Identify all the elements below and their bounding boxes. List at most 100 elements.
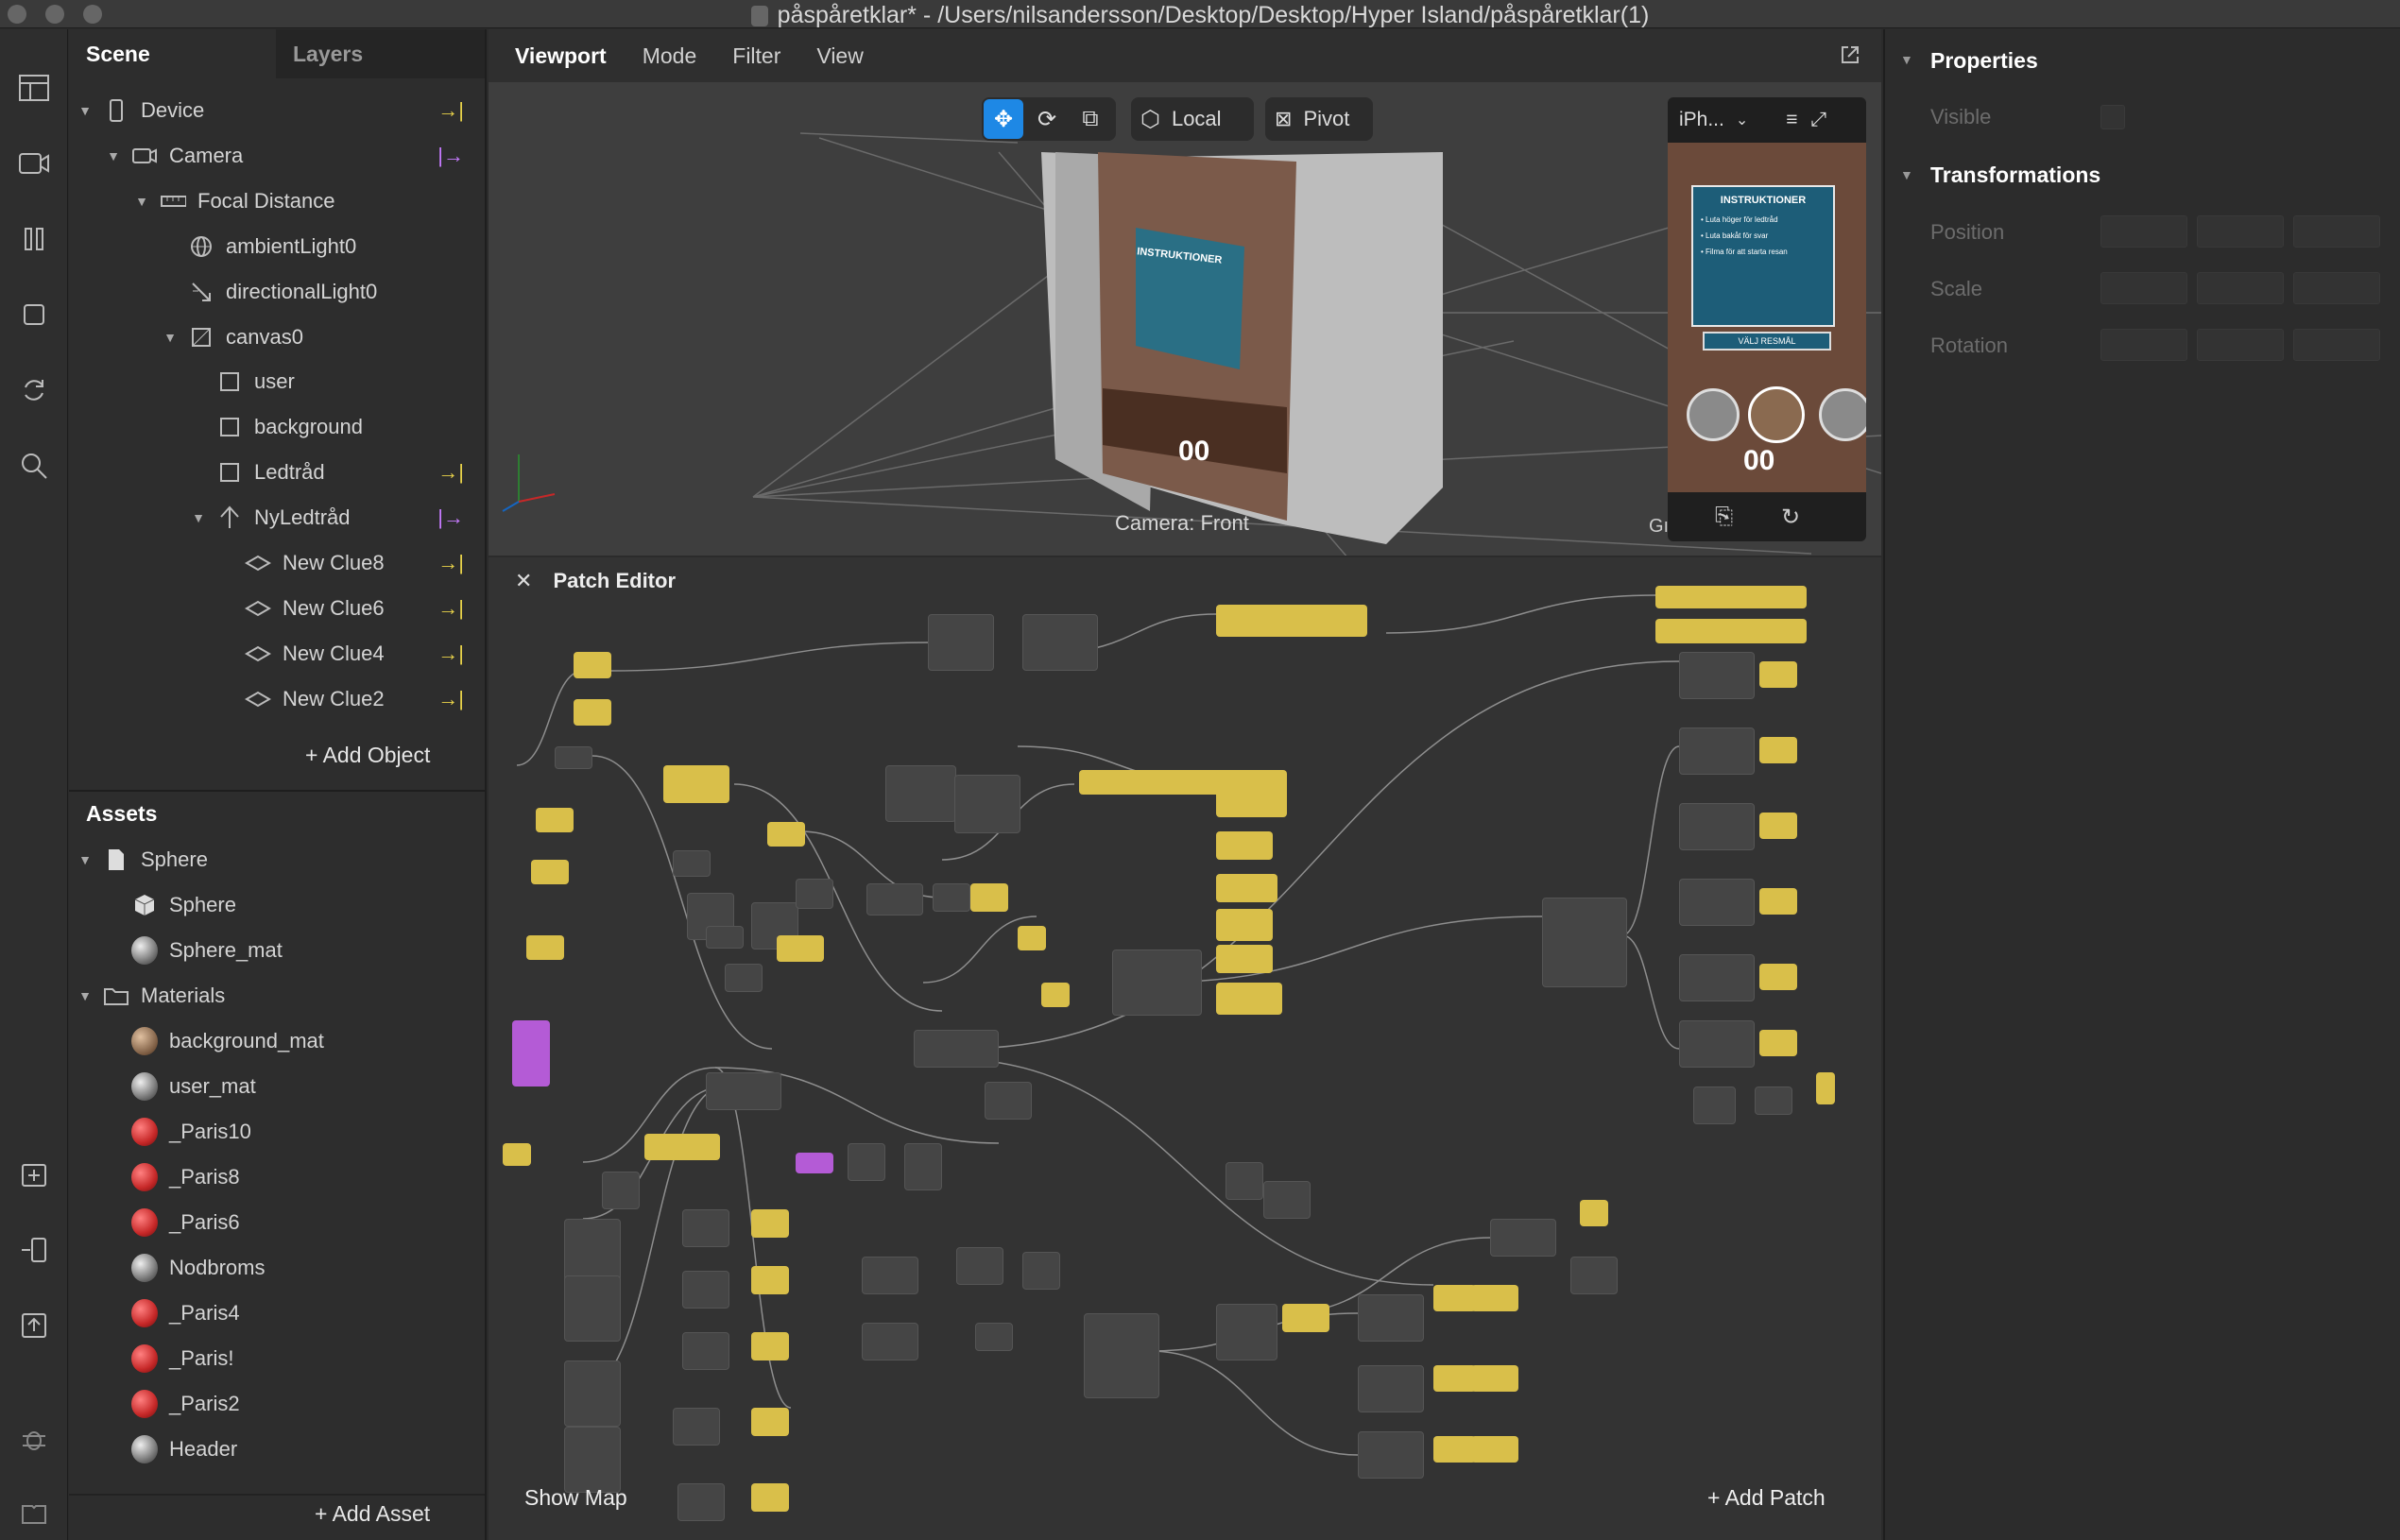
patch-link-icon[interactable]: →| [437,687,464,711]
position-z-field[interactable] [2293,215,2380,248]
tree-item[interactable]: background [69,404,485,450]
tree-item[interactable]: Sphere_mat [69,928,485,973]
tree-item[interactable]: _Paris8 [69,1155,485,1200]
patch-node[interactable] [1433,1365,1476,1392]
refresh-icon[interactable] [13,369,55,411]
patch-node[interactable] [1679,727,1755,775]
pause-icon[interactable] [13,218,55,260]
patch-node[interactable] [706,926,744,949]
external-link-icon[interactable] [1840,44,1860,65]
expand-triangle-icon[interactable]: ▼ [135,194,148,209]
device-simulator[interactable]: iPh... ⌄ ≡ ⤢ INSTRUKTIONER • Luta höger för… [1668,97,1866,541]
patch-node[interactable] [904,1143,942,1190]
patch-node[interactable] [1816,1072,1835,1104]
tab-layers[interactable]: Layers [276,29,485,78]
patch-node[interactable] [682,1332,729,1370]
patch-node[interactable] [1216,909,1273,941]
local-button[interactable]: ⬡ Local [1131,97,1254,141]
tree-item[interactable]: ▼ Device →| [69,88,485,133]
device-selector[interactable]: iPh... ⌄ ≡ ⤢ [1668,97,1866,143]
docs-icon[interactable] [13,1494,55,1535]
patch-node[interactable] [602,1172,640,1209]
patch-node[interactable] [848,1143,885,1181]
chevron-down-icon[interactable]: ▼ [1900,167,1913,182]
patch-node[interactable] [536,808,574,832]
tree-item[interactable]: directionalLight0 [69,269,485,315]
patch-node[interactable] [751,1483,789,1512]
tab-scene[interactable]: Scene [69,29,276,78]
patch-node[interactable] [564,1275,621,1342]
patch-node[interactable] [1679,879,1755,926]
patch-node[interactable] [956,1247,1003,1285]
patch-node[interactable] [574,699,611,726]
scale-z-field[interactable] [2293,272,2380,304]
destination-circle[interactable] [1819,388,1866,441]
patch-node[interactable] [1693,1087,1736,1124]
patch-node[interactable] [796,1153,833,1173]
expand-triangle-icon[interactable]: ▼ [78,103,92,118]
tree-item[interactable]: ▼ Focal Distance [69,179,485,224]
tree-item[interactable]: ▼ canvas0 [69,315,485,360]
menu-filter[interactable]: Filter [732,43,780,69]
patch-node[interactable] [1358,1365,1424,1412]
patch-node[interactable] [862,1323,918,1360]
patch-node[interactable] [574,652,611,678]
patch-node[interactable] [1216,831,1273,860]
patch-node[interactable] [531,860,569,884]
patch-node[interactable] [1755,1087,1792,1115]
patch-node[interactable] [970,883,1008,912]
upload-icon[interactable] [13,1305,55,1346]
patch-node[interactable] [1022,1252,1060,1290]
layout-icon[interactable] [13,67,55,109]
patch-node[interactable] [1041,983,1070,1007]
patch-node[interactable] [985,1082,1032,1120]
chevron-down-icon[interactable]: ▼ [1900,52,1913,67]
patch-node[interactable] [1759,888,1797,915]
patch-editor[interactable]: ✕ Patch Editor Show Map + Add Patch [489,557,1881,1540]
tree-item[interactable]: Sphere [69,882,485,928]
patch-node[interactable] [1679,803,1755,850]
patch-node[interactable] [503,1143,531,1166]
scale-y-field[interactable] [2197,272,2284,304]
expand-icon[interactable]: ⤢ [1811,109,1827,131]
patch-link-icon[interactable]: →| [437,551,464,575]
patch-node[interactable] [1471,1285,1518,1311]
patch-link-icon[interactable]: →| [437,642,464,666]
move-icon[interactable]: ✥ [984,99,1023,139]
tree-item[interactable]: ▼ Camera |→ [69,133,485,179]
patch-link-icon[interactable]: →| [437,460,464,485]
patch-node[interactable] [526,935,564,960]
menu-view[interactable]: View [816,43,863,69]
patch-node[interactable] [1580,1200,1608,1226]
patch-node[interactable] [1112,950,1202,1016]
patch-node[interactable] [1759,1030,1797,1056]
patch-node[interactable] [1433,1436,1476,1463]
patch-node[interactable] [1216,983,1282,1015]
tree-item[interactable]: ▼ Sphere [69,837,485,882]
patch-node[interactable] [751,1408,789,1436]
position-y-field[interactable] [2197,215,2284,248]
expand-triangle-icon[interactable]: ▼ [78,852,92,867]
add-object-icon[interactable] [13,1154,55,1195]
menu-mode[interactable]: Mode [643,43,697,69]
search-icon[interactable] [13,445,55,487]
patch-link-icon[interactable]: →| [437,596,464,621]
rotation-z-field[interactable] [2293,329,2380,361]
tree-item[interactable]: Ledtråd →| [69,450,485,495]
tree-item[interactable]: ambientLight0 [69,224,485,269]
rotation-y-field[interactable] [2197,329,2284,361]
tree-item[interactable]: user_mat [69,1064,485,1109]
tree-item[interactable]: _Paris! [69,1336,485,1381]
screenshot-icon[interactable]: ⎘ [1715,504,1733,530]
patch-node[interactable] [1655,619,1807,643]
patch-node[interactable] [706,1072,781,1110]
patch-node[interactable] [677,1483,725,1521]
destination-circle[interactable] [1687,388,1740,441]
patch-node[interactable] [1018,926,1046,950]
patch-node[interactable] [933,883,970,912]
expand-triangle-icon[interactable]: ▼ [78,988,92,1003]
patch-node[interactable] [1679,1020,1755,1068]
add-patch-button[interactable]: + Add Patch [1707,1485,1826,1511]
patch-node[interactable] [1282,1304,1329,1332]
bug-icon[interactable] [13,1418,55,1460]
